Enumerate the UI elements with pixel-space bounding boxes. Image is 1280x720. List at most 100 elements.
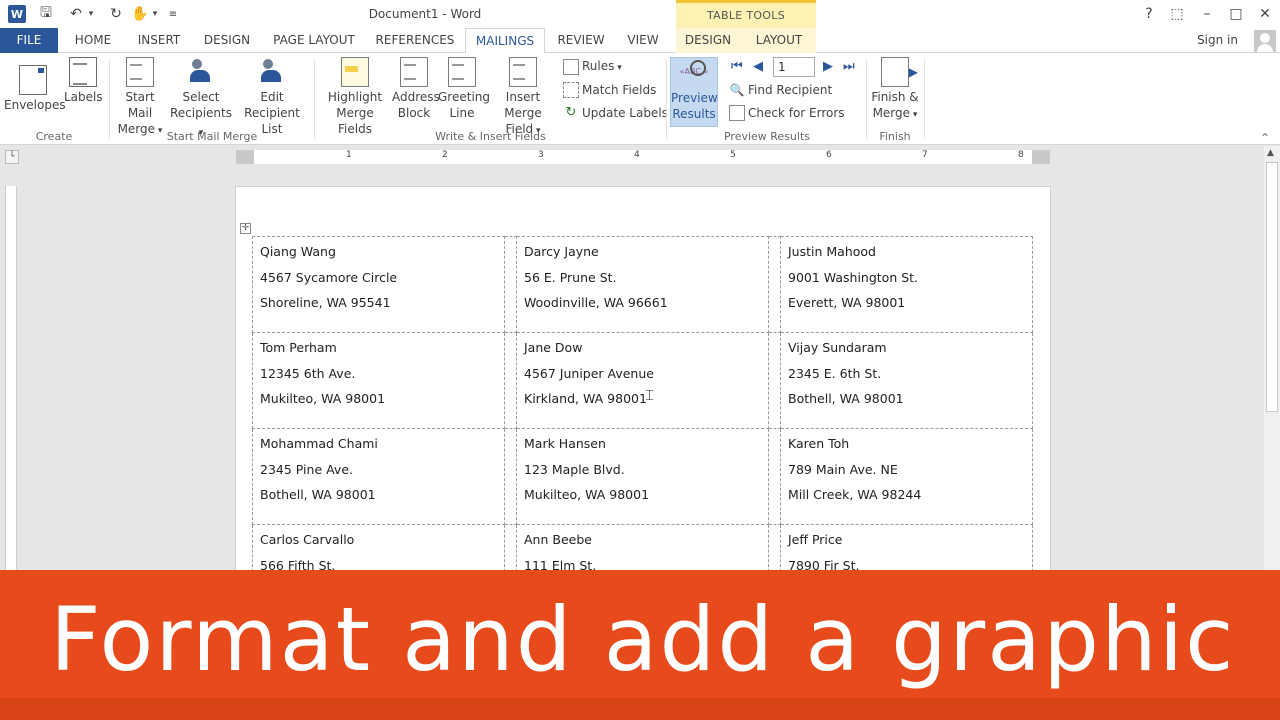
label-cell[interactable]: Darcy Jayne 56 E. Prune St. Woodinville, W…	[516, 236, 769, 333]
label-gap-cell	[504, 428, 517, 525]
recipient-name: Darcy Jayne	[524, 244, 599, 259]
envelopes-button[interactable]: Envelopes	[4, 57, 66, 113]
ruler-number: 2	[442, 150, 448, 160]
street-address: 2345 Pine Ave.	[260, 461, 353, 477]
help-button[interactable]: ?	[1137, 4, 1161, 24]
labels-table[interactable]: Qiang Wang 4567 Sycamore Circle Shoreline,…	[252, 236, 1033, 621]
record-number-input[interactable]: 1	[773, 57, 815, 77]
maximize-icon[interactable]: □	[1224, 4, 1248, 24]
group-label-finish: Finish	[879, 130, 911, 143]
start-mail-merge-button[interactable]: Start Mail Merge	[112, 57, 168, 139]
banner-lower-strip	[0, 698, 1280, 720]
group-separator	[924, 59, 925, 139]
street-address: 12345 6th Ave.	[260, 365, 356, 381]
address-block-button[interactable]: Address Block	[392, 57, 440, 121]
edit-recipients-label-1: Edit	[260, 90, 284, 104]
insert-field-icon	[509, 57, 537, 87]
label-cell[interactable]: Mark Hansen 123 Maple Blvd. Mukilteo, WA 9…	[516, 428, 769, 525]
select-recipients-button[interactable]: Select Recipients	[168, 57, 234, 141]
group-label-preview: Preview Results	[723, 130, 811, 143]
preview-label-1: Preview	[671, 91, 718, 105]
label-cell[interactable]: Mohammad Chami 2345 Pine Ave. Bothell, WA …	[252, 428, 505, 525]
table-row: Qiang Wang 4567 Sycamore Circle Shoreline,…	[252, 236, 1033, 333]
preview-results-button[interactable]: Preview Results	[670, 57, 718, 127]
close-icon[interactable]: ✕	[1253, 4, 1277, 24]
tab-view[interactable]: VIEW	[620, 28, 666, 53]
street-address: 123 Maple Blvd.	[524, 461, 625, 477]
envelopes-label: Envelopes	[4, 98, 66, 112]
tab-page-layout[interactable]: PAGE LAYOUT	[266, 28, 362, 53]
find-recipient-label: Find Recipient	[748, 83, 833, 97]
select-recipients-label-1: Select	[182, 90, 220, 104]
recipient-name: Qiang Wang	[260, 244, 336, 259]
tab-references[interactable]: REFERENCES	[372, 28, 458, 53]
finish-label-1: Finish &	[871, 90, 919, 104]
recipient-name: Vijay Sundaram	[788, 340, 887, 355]
minimize-icon[interactable]: –	[1195, 4, 1219, 24]
recipient-name: Tom Perham	[260, 340, 337, 355]
street-address: 4567 Sycamore Circle	[260, 269, 398, 285]
match-fields-label: Match Fields	[582, 83, 657, 97]
first-record-icon[interactable]: ⏮	[731, 59, 743, 74]
previous-record-icon[interactable]: ◀	[753, 59, 763, 74]
last-record-icon[interactable]: ⏭	[843, 59, 855, 74]
insert-merge-field-button[interactable]: Insert Merge Field	[488, 57, 558, 139]
next-record-icon[interactable]: ▶	[823, 59, 833, 74]
table-move-handle-icon[interactable]: ✛	[240, 223, 251, 234]
ruler-number: 4	[634, 150, 640, 160]
tab-mailings[interactable]: MAILINGS	[465, 28, 545, 54]
tab-review[interactable]: REVIEW	[552, 28, 610, 53]
insert-field-label-1: Insert Merge	[504, 90, 542, 120]
match-fields-button[interactable]: Match Fields	[563, 80, 656, 100]
label-cell[interactable]: Karen Toh 789 Main Ave. NE Mill Creek, WA …	[780, 428, 1033, 525]
scrollbar-thumb[interactable]	[1266, 162, 1278, 412]
group-separator	[866, 59, 867, 139]
tab-design[interactable]: DESIGN	[198, 28, 256, 53]
rules-label: Rules	[582, 58, 622, 76]
tab-selector[interactable]: └	[5, 150, 19, 164]
street-address: 789 Main Ave. NE	[788, 461, 898, 477]
sign-in-link[interactable]: Sign in	[1197, 28, 1238, 53]
vertical-ruler[interactable]	[5, 186, 17, 576]
labels-button[interactable]: Labels	[64, 57, 103, 105]
horizontal-ruler[interactable]: 1 2 3 4 5 6 7 8	[236, 150, 1050, 164]
greeting-line-label-2: Line	[449, 106, 475, 120]
tab-table-layout[interactable]: LAYOUT	[748, 28, 810, 53]
check-errors-icon	[729, 105, 745, 121]
tab-insert[interactable]: INSERT	[130, 28, 188, 53]
find-recipient-icon: 🔍	[729, 83, 745, 97]
label-cell[interactable]: Jane Dow 4567 Juniper Avenue Kirkland, WA …	[516, 332, 769, 429]
rules-button[interactable]: Rules	[563, 57, 622, 77]
document-page[interactable]: ✛ Qiang Wang 4567 Sycamore Circle Shorelin…	[235, 186, 1051, 621]
update-labels-button[interactable]: ↻ Update Labels	[563, 103, 668, 123]
label-cell[interactable]: Tom Perham 12345 6th Ave. Mukilteo, WA 980…	[252, 332, 505, 429]
address-block-label-1: Address	[392, 90, 440, 104]
find-recipient-button[interactable]: 🔍 Find Recipient	[729, 80, 833, 100]
scroll-up-icon[interactable]: ▲	[1267, 148, 1274, 158]
label-gap-cell	[768, 428, 781, 525]
label-cell[interactable]: Justin Mahood 9001 Washington St. Everett,…	[780, 236, 1033, 333]
ribbon-display-options-icon[interactable]: ⬚	[1165, 4, 1189, 24]
tab-table-design[interactable]: DESIGN	[680, 28, 736, 53]
highlight-merge-fields-button[interactable]: Highlight Merge Fields	[318, 57, 392, 137]
recipient-name: Carlos Carvallo	[260, 532, 355, 547]
tab-home[interactable]: HOME	[68, 28, 118, 53]
avatar[interactable]	[1254, 30, 1276, 52]
check-errors-button[interactable]: Check for Errors	[729, 103, 845, 123]
ruler-number: 3	[538, 150, 544, 160]
ruler-number: 5	[730, 150, 736, 160]
label-cell[interactable]: Vijay Sundaram 2345 E. 6th St. Bothell, WA…	[780, 332, 1033, 429]
banner-title: Format and add a graphic	[50, 588, 1236, 691]
vertical-scrollbar[interactable]: ▲	[1264, 146, 1280, 576]
recipient-name: Jeff Price	[788, 532, 843, 547]
tab-file[interactable]: FILE	[0, 28, 58, 53]
label-cell[interactable]: Qiang Wang 4567 Sycamore Circle Shoreline,…	[252, 236, 505, 333]
envelope-icon	[19, 65, 47, 95]
recipient-name: Mark Hansen	[524, 436, 606, 451]
greeting-line-button[interactable]: Greeting Line	[438, 57, 490, 121]
collapse-ribbon-icon[interactable]: ⌃	[1260, 131, 1270, 145]
text-cursor: ⌶	[645, 386, 655, 404]
edit-recipient-list-button[interactable]: Edit Recipient List	[234, 57, 310, 137]
finish-merge-button[interactable]: Finish & Merge	[870, 57, 920, 123]
ribbon-tabs: FILE HOME INSERT DESIGN PAGE LAYOUT REFE…	[0, 28, 1280, 54]
